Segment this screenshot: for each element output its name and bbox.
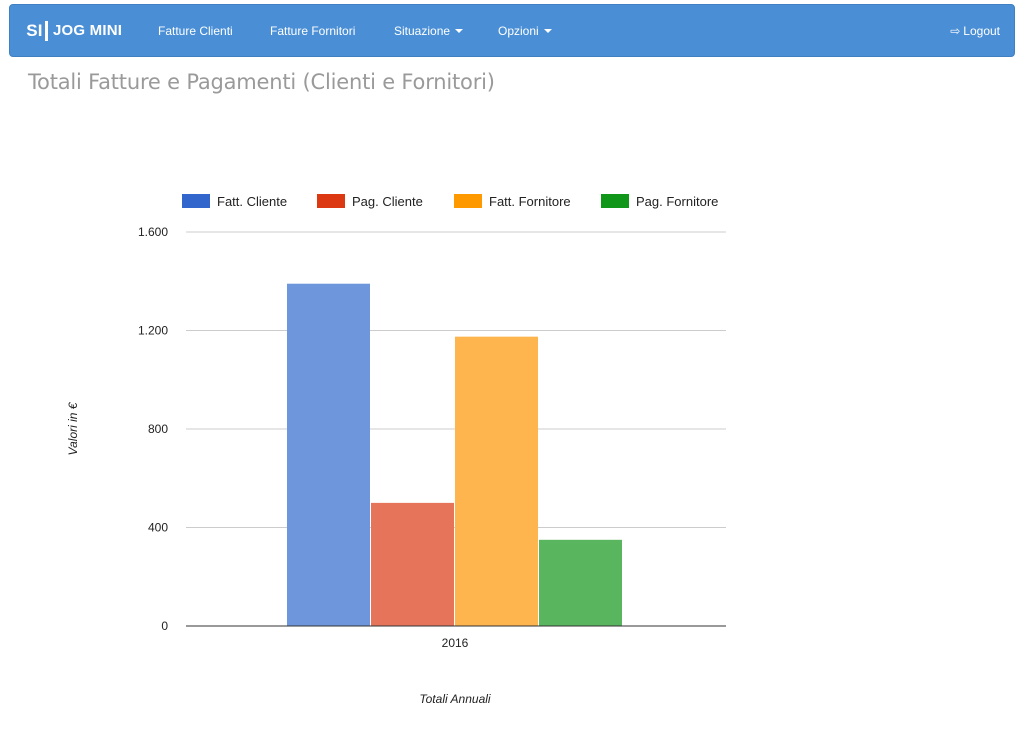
legend-swatch xyxy=(182,194,210,208)
legend-label: Fatt. Cliente xyxy=(217,194,287,209)
legend-label: Pag. Cliente xyxy=(352,194,423,209)
bar xyxy=(539,539,622,626)
legend-swatch xyxy=(317,194,345,208)
y-tick-label: 1.600 xyxy=(138,225,168,239)
legend-label: Pag. Fornitore xyxy=(636,194,718,209)
y-tick-label: 400 xyxy=(148,521,168,535)
bar xyxy=(455,336,538,626)
y-tick-label: 800 xyxy=(148,422,168,436)
legend-label: Fatt. Fornitore xyxy=(489,194,571,209)
bar xyxy=(287,283,370,626)
legend-swatch xyxy=(454,194,482,208)
bar-chart: 0 400 800 1.200 1.600 2016 Fatt. Cliente Pag. C… xyxy=(66,194,726,706)
x-axis-title: Totali Annuali xyxy=(419,692,490,706)
x-tick-label: 2016 xyxy=(442,636,469,650)
y-tick-label: 1.200 xyxy=(138,324,168,338)
y-axis-title: Valori in € xyxy=(66,401,80,455)
legend-swatch xyxy=(601,194,629,208)
bar xyxy=(371,502,454,626)
y-tick-label: 0 xyxy=(161,619,168,633)
